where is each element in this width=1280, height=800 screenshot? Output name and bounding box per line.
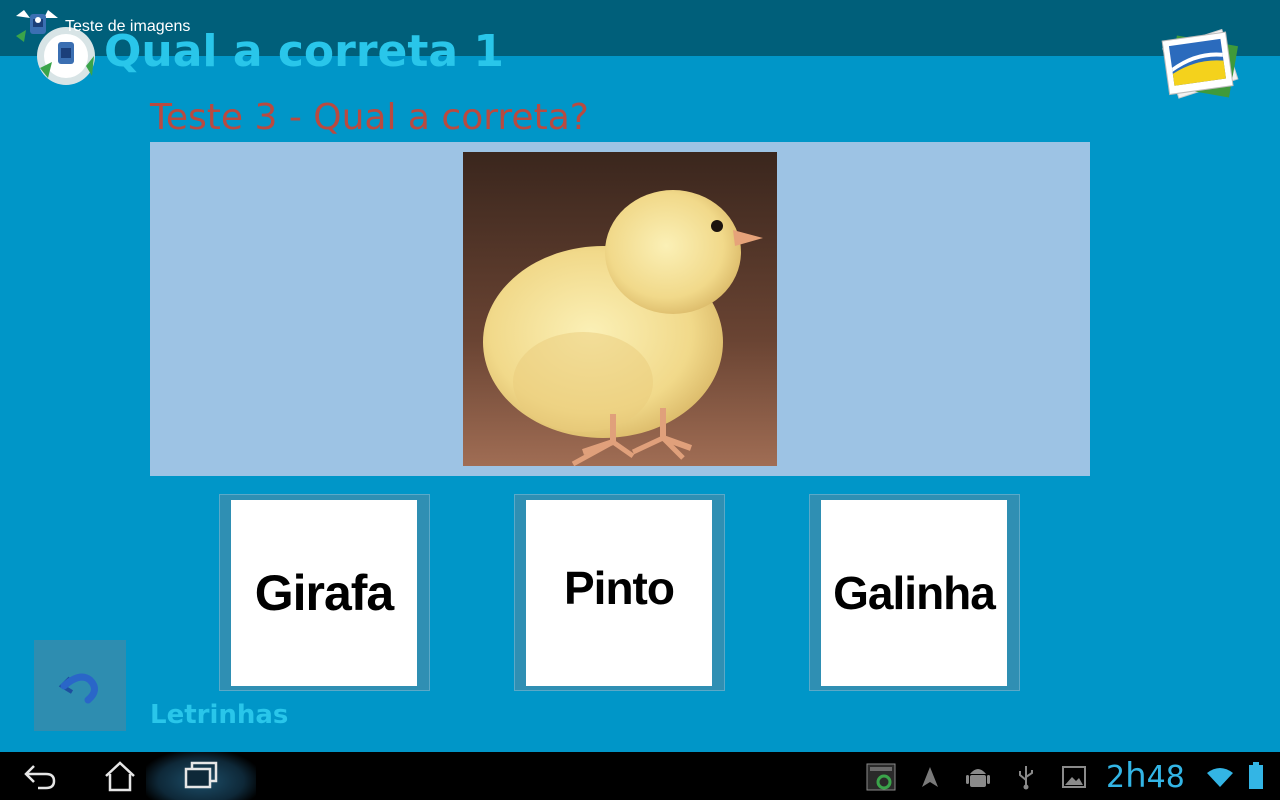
answer-card: Galinha [821, 500, 1007, 686]
back-icon[interactable] [24, 760, 58, 792]
letrinhas-label: Letrinhas [150, 700, 289, 730]
usb-icon [1019, 766, 1033, 790]
gallery-icon [1062, 766, 1086, 788]
question-text: Teste 3 - Qual a correta? [150, 97, 589, 138]
answer-label: Pinto [564, 562, 675, 614]
answer-button-pinto[interactable]: Pinto [514, 494, 725, 691]
android-debug-icon [966, 769, 990, 787]
answer-button-galinha[interactable]: Galinha [809, 494, 1020, 691]
battery-icon [1249, 762, 1263, 789]
clock: 2h48 [1106, 756, 1185, 798]
answer-button-girafa[interactable]: Girafa [219, 494, 430, 691]
wifi-icon [1207, 768, 1233, 787]
answer-label: Girafa [254, 565, 395, 621]
answer-label: Galinha [833, 567, 996, 619]
clock-h: h [1125, 756, 1147, 796]
home-icon[interactable] [104, 760, 136, 792]
system-navigation-bar: 2h48 [0, 752, 1280, 800]
undo-arrow-icon [58, 673, 98, 704]
recent-apps-icon[interactable] [184, 760, 218, 790]
back-button[interactable] [34, 640, 126, 731]
image-panel [150, 142, 1090, 476]
app-title: Teste de imagens [65, 18, 191, 35]
app-icon[interactable] [14, 6, 60, 48]
photos-icon[interactable] [1152, 20, 1248, 112]
clock-minutes: 48 [1146, 760, 1185, 795]
clock-hours: 2 [1106, 760, 1126, 795]
answer-card: Pinto [526, 500, 712, 686]
screenshot-icon[interactable] [866, 762, 896, 792]
answer-card: Girafa [231, 500, 417, 686]
navigation-icon [922, 767, 938, 787]
chick-photo [463, 152, 777, 466]
